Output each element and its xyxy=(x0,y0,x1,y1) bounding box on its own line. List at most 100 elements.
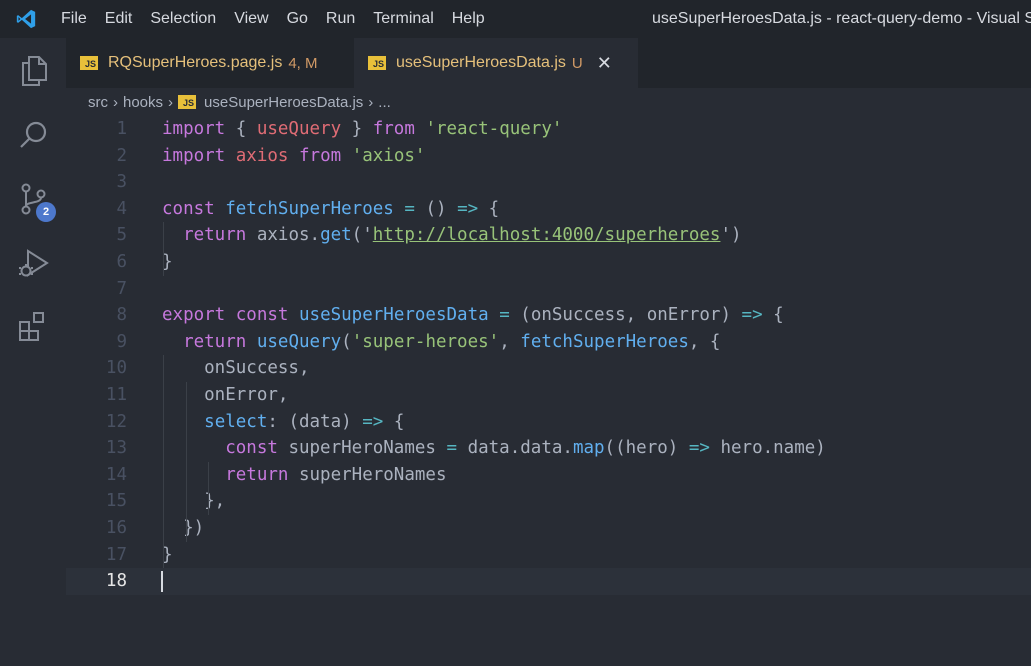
chevron-right-icon: › xyxy=(368,93,374,111)
breadcrumb-file[interactable]: useSuperHeroesData.js xyxy=(204,94,363,111)
code-line[interactable]: 13 const superHeroNames = data.data.map(… xyxy=(66,435,1031,462)
menu-help[interactable]: Help xyxy=(443,0,494,38)
menu-view[interactable]: View xyxy=(225,0,277,38)
code-token: select xyxy=(204,411,268,432)
code-line[interactable]: 8 export const useSuperHeroesData = (onSu… xyxy=(66,302,1031,329)
code-token: import xyxy=(162,119,226,139)
menu-selection[interactable]: Selection xyxy=(141,0,225,38)
tab-status: U xyxy=(571,54,583,72)
run-debug-icon[interactable] xyxy=(17,246,51,280)
code-token: fetchSuperHeroes xyxy=(225,198,394,219)
text-cursor xyxy=(161,571,163,593)
code-line[interactable]: 16 }) xyxy=(66,515,1031,542)
code-line[interactable]: 10 onSuccess, xyxy=(66,355,1031,382)
line-number: 14 xyxy=(105,464,127,485)
line-number: 9 xyxy=(116,331,127,352)
menu-bar: File Edit Selection View Go Run Terminal… xyxy=(52,0,494,38)
code-text: import { useQuery } from 'react-query' xyxy=(162,116,562,143)
code-token: : (data) xyxy=(267,411,363,432)
code-line[interactable]: 17} xyxy=(66,542,1031,569)
line-number: 7 xyxy=(116,278,127,299)
code-text: return axios.get('http://localhost:4000/… xyxy=(162,222,741,249)
code-line[interactable]: 5 return axios.get('http://localhost:400… xyxy=(66,222,1031,249)
breadcrumb-src[interactable]: src xyxy=(88,94,108,111)
window-title: useSuperHeroesData.js - react-query-demo… xyxy=(652,10,1031,27)
code-token: http://localhost:4000/superheroes xyxy=(372,225,721,246)
code-line[interactable]: 6} xyxy=(66,249,1031,276)
code-line[interactable]: 14 return superHeroNames xyxy=(66,462,1031,489)
code-line[interactable]: 2 import axios from 'axios' xyxy=(66,143,1031,170)
code-line[interactable]: 1 import { useQuery } from 'react-query' xyxy=(66,116,1031,143)
line-number: 5 xyxy=(116,225,127,246)
code-text: return superHeroNames xyxy=(162,462,446,489)
menu-go[interactable]: Go xyxy=(278,0,317,38)
code-token: () xyxy=(414,198,458,219)
code-token: { xyxy=(762,305,784,326)
code-editor[interactable]: 1 import { useQuery } from 'react-query' 2… xyxy=(66,116,1031,666)
code-token: const xyxy=(235,305,289,326)
code-line[interactable]: 18 xyxy=(66,568,1031,595)
tab-usesuperheroesdata[interactable]: JS useSuperHeroesData.js U ✕ xyxy=(354,38,638,88)
code-line[interactable]: 11 onError, xyxy=(66,382,1031,409)
js-file-icon: JS xyxy=(368,56,386,70)
extensions-icon[interactable] xyxy=(17,310,51,344)
line-number: 15 xyxy=(105,491,127,512)
code-token: superHeroNames xyxy=(277,438,447,459)
explorer-icon[interactable] xyxy=(17,54,51,88)
menu-run[interactable]: Run xyxy=(317,0,364,38)
menu-file[interactable]: File xyxy=(52,0,96,38)
code-token: ( xyxy=(341,331,352,352)
code-line[interactable]: 3 xyxy=(66,169,1031,196)
code-token: , xyxy=(499,331,521,352)
code-token: import xyxy=(162,145,226,166)
code-token: const xyxy=(162,198,215,219)
code-token: axios xyxy=(235,145,289,166)
code-token: useQuery xyxy=(256,331,342,352)
tab-rqsuperheroes-page[interactable]: JS RQSuperHeroes.page.js 4, M xyxy=(66,38,354,88)
code-line[interactable]: 12 select: (data) => { xyxy=(66,409,1031,436)
menu-edit[interactable]: Edit xyxy=(96,0,142,38)
code-token: (onSuccess, onError) xyxy=(509,305,742,326)
code-token: 'react-query' xyxy=(425,119,563,139)
code-token: get xyxy=(320,225,352,246)
code-token: = xyxy=(404,198,415,219)
line-number: 8 xyxy=(116,305,127,326)
menu-terminal[interactable]: Terminal xyxy=(364,0,442,38)
code-token: fetchSuperHeroes xyxy=(520,331,689,352)
indent-guide xyxy=(208,461,209,515)
code-line[interactable]: 4 const fetchSuperHeroes = () => { xyxy=(66,196,1031,223)
code-token: => xyxy=(688,438,710,459)
line-number: 11 xyxy=(105,385,127,405)
line-number: 3 xyxy=(116,172,127,193)
code-line[interactable]: 9 return useQuery('super-heroes', fetchS… xyxy=(66,329,1031,356)
code-token: }, xyxy=(162,491,226,512)
code-line[interactable]: 7 xyxy=(66,276,1031,303)
breadcrumb-hooks[interactable]: hooks xyxy=(123,94,163,111)
indent-guide xyxy=(163,222,164,276)
code-token: = xyxy=(446,438,458,459)
vscode-logo-icon[interactable] xyxy=(0,0,52,38)
line-number: 16 xyxy=(105,518,127,538)
line-number: 18 xyxy=(105,571,127,592)
indent-guide xyxy=(163,355,164,569)
code-token: const xyxy=(225,438,278,459)
tab-status: 4, M xyxy=(288,54,318,72)
js-file-icon: JS xyxy=(178,95,197,109)
tab-label: useSuperHeroesData.js xyxy=(396,54,566,71)
code-token: => xyxy=(362,411,384,432)
code-token: , { xyxy=(688,331,721,352)
line-number: 1 xyxy=(116,119,127,139)
close-icon[interactable]: ✕ xyxy=(597,53,612,74)
code-line[interactable]: 15 }, xyxy=(66,488,1031,515)
code-token: { xyxy=(225,119,257,139)
breadcrumb: src › hooks › JS useSuperHeroesData.js ›… xyxy=(88,88,391,116)
search-icon[interactable] xyxy=(17,118,51,152)
breadcrumb-symbols[interactable]: ... xyxy=(378,94,391,111)
code-text: }) xyxy=(162,515,204,542)
